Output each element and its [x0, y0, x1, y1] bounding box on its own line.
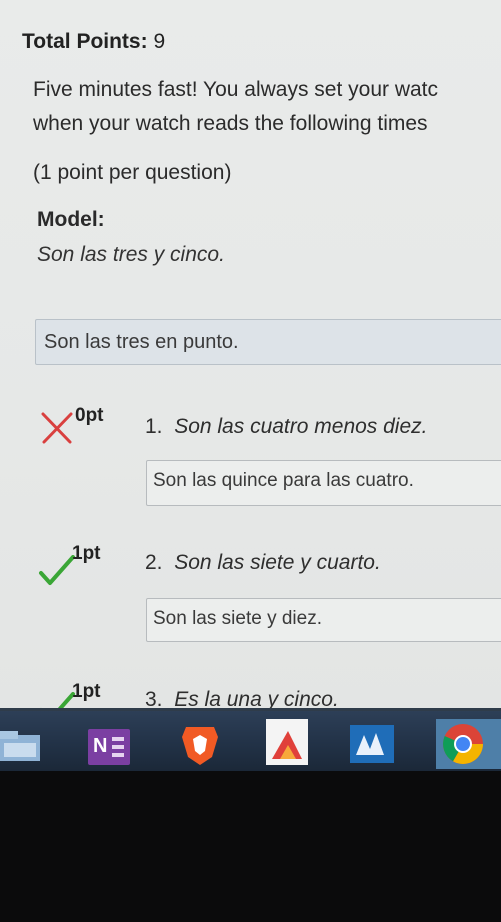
incorrect-x-icon [40, 410, 74, 446]
question-3-points: 1pt [72, 681, 101, 702]
question-1-points: 0pt [75, 405, 104, 426]
question-1-text: Son las cuatro menos diez. [174, 415, 428, 438]
model-answer-text: Son las tres en punto. [44, 331, 239, 353]
model-label: Model: [37, 208, 105, 231]
instructions-line-1: Five minutes fast! You always set your w… [33, 78, 439, 101]
question-2: 2. Son las siete y cuarto. [145, 551, 381, 575]
onenote-icon[interactable]: N [88, 729, 130, 765]
question-1-number: 1. [145, 415, 163, 438]
model-sentence: Son las tres y cinco. [37, 243, 225, 266]
chrome-icon[interactable] [436, 719, 501, 769]
dynamics-icon[interactable] [350, 725, 394, 763]
question-1: 1. Son las cuatro menos diez. [145, 415, 428, 439]
onenote-letter: N [93, 735, 108, 757]
brave-icon[interactable] [180, 723, 220, 767]
total-points-label: Total Points: [22, 30, 148, 53]
total-points: Total Points: 9 [22, 30, 165, 54]
question-1-answer-text: Son las quince para las cuatro. [153, 470, 414, 491]
correct-check-icon [38, 555, 76, 587]
file-explorer-icon[interactable] [0, 729, 42, 763]
quiz-screen: Total Points: 9 Five minutes fast! You a… [0, 0, 501, 712]
instructions-line-2: when your watch reads the following time… [33, 112, 428, 135]
question-1-answer-field[interactable]: Son las quince para las cuatro. [146, 460, 501, 506]
question-2-number: 2. [145, 551, 163, 574]
question-2-answer-field[interactable]: Son las siete y diez. [146, 598, 501, 642]
question-2-points: 1pt [72, 543, 101, 564]
question-2-answer-text: Son las siete y diez. [153, 608, 322, 629]
question-2-text: Son las siete y cuarto. [174, 551, 381, 574]
media-app-icon[interactable] [266, 719, 308, 765]
model-answer-box: Son las tres en punto. [35, 319, 501, 365]
total-points-value: 9 [153, 30, 166, 53]
taskbar: N [0, 708, 501, 771]
points-note: (1 point per question) [33, 161, 232, 184]
